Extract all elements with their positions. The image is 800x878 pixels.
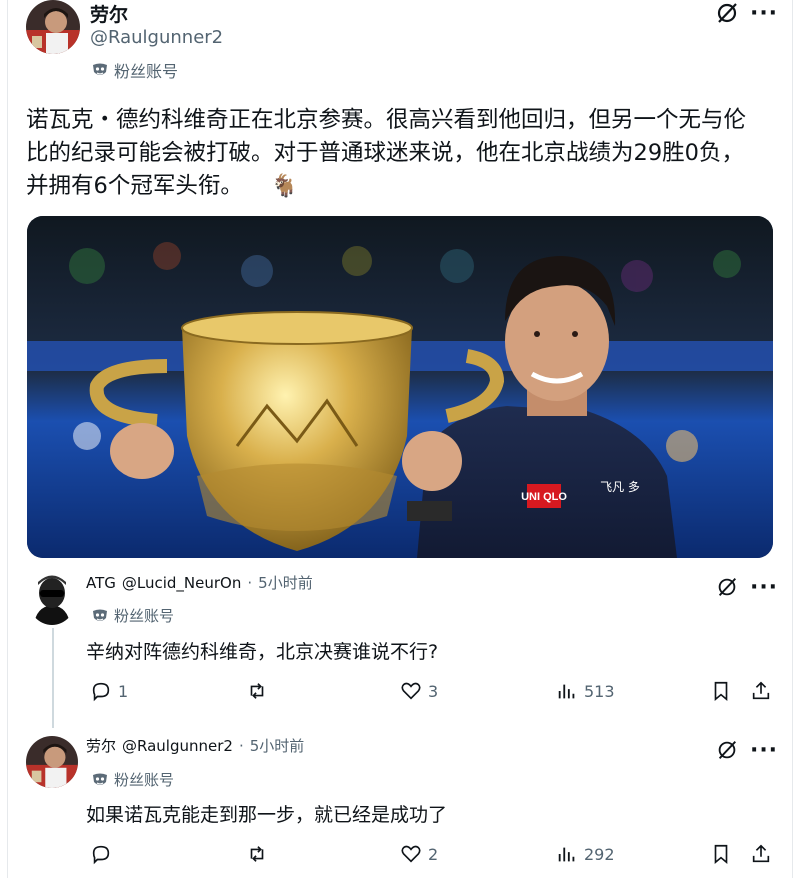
like-count: 3 <box>428 681 439 701</box>
meta-separator: · <box>247 573 253 592</box>
bookmark-button[interactable] <box>710 680 732 702</box>
share-icon <box>752 681 770 700</box>
views-icon <box>558 847 575 862</box>
reply-author-handle[interactable]: @Raulgunner2 <box>122 737 233 755</box>
retweet-icon <box>250 846 264 862</box>
retweet-icon <box>250 683 264 699</box>
more-icon: ··· <box>749 0 779 26</box>
reply-avatar[interactable] <box>26 736 78 788</box>
fan-badge-label: 粉丝账号 <box>114 62 179 81</box>
like-button[interactable]: 2 <box>400 843 438 865</box>
more-icon: ··· <box>749 737 779 763</box>
fan-account-badge: 粉丝账号 <box>92 769 174 790</box>
share-icon <box>752 844 770 863</box>
fan-badge-label: 粉丝账号 <box>114 607 175 625</box>
author-avatar[interactable] <box>26 0 80 54</box>
like-count: 2 <box>428 844 439 864</box>
reply-meta: ATG @Lucid_NeurOn · 5小时前 <box>86 572 313 593</box>
post-text: 诺瓦克・德约科维奇正在北京参赛。很高兴看到他回归，但另一个无与伦比的纪录可能会被… <box>26 104 746 203</box>
mute-button[interactable] <box>713 574 741 600</box>
like-button[interactable]: 3 <box>400 680 438 702</box>
reply-meta: 劳尔 @Raulgunner2 · 5小时前 <box>86 735 304 756</box>
views-icon <box>558 684 575 699</box>
mute-icon <box>718 741 736 759</box>
fan-badge-label: 粉丝账号 <box>114 771 175 789</box>
reply-button[interactable] <box>90 843 118 865</box>
mute-button[interactable] <box>713 0 741 26</box>
mute-icon <box>718 578 736 596</box>
goat-emoji: 🐐 <box>270 174 299 199</box>
retweet-button[interactable] <box>246 680 274 702</box>
like-icon <box>401 845 421 863</box>
more-button[interactable]: ··· <box>750 574 778 600</box>
fan-mask-icon <box>93 773 107 785</box>
share-button[interactable] <box>750 843 772 865</box>
meta-separator: · <box>238 736 244 755</box>
reply-author-name[interactable]: ATG <box>86 574 116 592</box>
reply-time[interactable]: 5小时前 <box>250 735 305 756</box>
sponsor-logo: UNI QLO <box>521 491 567 503</box>
share-button[interactable] <box>750 680 772 702</box>
bookmark-icon <box>714 681 728 702</box>
post-body: 诺瓦克・德约科维奇正在北京参赛。很高兴看到他回归，但另一个无与伦比的纪录可能会被… <box>26 107 747 199</box>
reply-icon <box>92 845 110 865</box>
like-icon <box>401 682 421 700</box>
fan-mask-icon <box>93 63 107 75</box>
views-button[interactable]: 513 <box>556 680 615 702</box>
fan-mask-icon <box>93 609 107 621</box>
more-icon: ··· <box>749 574 779 600</box>
jacket-chest-text: 飞凡 多 <box>600 480 640 494</box>
views-count: 292 <box>584 844 615 864</box>
reply-time[interactable]: 5小时前 <box>258 572 313 593</box>
more-button[interactable]: ··· <box>750 0 778 26</box>
fan-account-badge: 粉丝账号 <box>92 605 174 626</box>
bookmark-button[interactable] <box>710 843 732 865</box>
reply-button[interactable]: 1 <box>90 680 128 702</box>
post-image[interactable]: UNI QLO 飞凡 多 <box>27 216 773 558</box>
reply-author-handle[interactable]: @Lucid_NeurOn <box>122 574 241 592</box>
more-button[interactable]: ··· <box>750 737 778 763</box>
reply-author-name[interactable]: 劳尔 <box>86 735 116 756</box>
reply-count: 1 <box>118 681 129 701</box>
thread-connector <box>52 628 54 728</box>
author-handle[interactable]: @Raulgunner2 <box>90 27 223 48</box>
reply-text: 辛纳对阵德约科维奇，北京决赛谁说不行? <box>86 641 439 663</box>
views-count: 513 <box>584 681 615 701</box>
mute-icon <box>717 3 737 23</box>
reply-icon <box>92 682 110 702</box>
retweet-button[interactable] <box>246 843 274 865</box>
author-name[interactable]: 劳尔 <box>90 0 128 27</box>
reply-avatar[interactable] <box>28 573 76 625</box>
reply-text: 如果诺瓦克能走到那一步，就已经是成功了 <box>86 804 448 826</box>
fan-account-badge: 粉丝账号 <box>92 58 178 82</box>
views-button[interactable]: 292 <box>556 843 615 865</box>
bookmark-icon <box>714 844 728 865</box>
mute-button[interactable] <box>713 737 741 763</box>
